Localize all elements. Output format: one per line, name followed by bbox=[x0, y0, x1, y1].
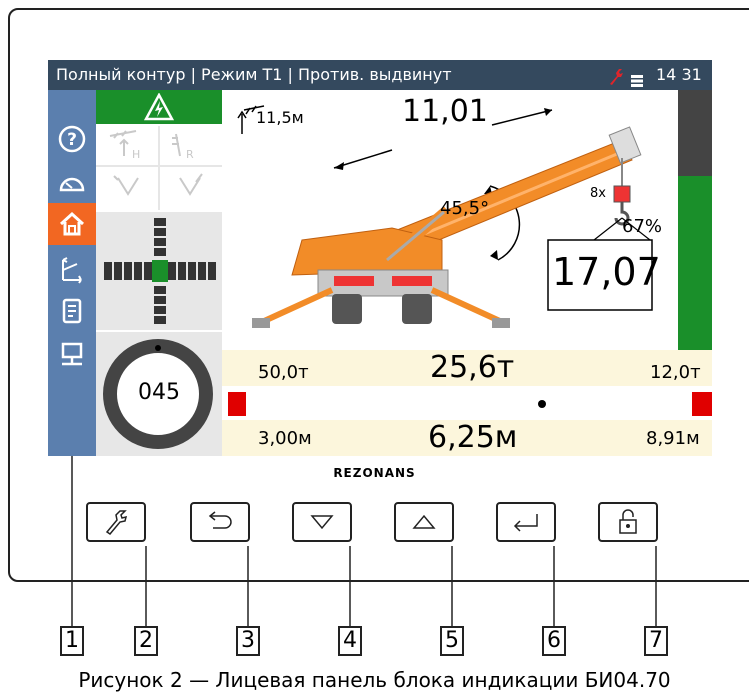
gauge-icon bbox=[59, 177, 85, 192]
crane-illustration bbox=[237, 105, 653, 328]
electric-hazard-icon bbox=[144, 93, 174, 121]
load-percent-value: 67% bbox=[622, 216, 663, 237]
document-icon bbox=[62, 298, 82, 324]
rotation-compass: 045 bbox=[96, 332, 222, 456]
sidebar-item-help[interactable]: ? bbox=[48, 118, 96, 160]
status-time: 14 31 bbox=[656, 65, 702, 84]
sidebar-item-home[interactable] bbox=[48, 203, 96, 245]
right-load: 12,0т bbox=[650, 362, 701, 383]
sidebar-item-system[interactable] bbox=[48, 333, 96, 375]
boom-angle-value: 45,5° bbox=[440, 198, 490, 219]
status-text: Полный контур | Режим Т1 | Против. выдви… bbox=[56, 65, 452, 84]
display-screen: Полный контур | Режим Т1 | Против. выдви… bbox=[48, 60, 712, 456]
callout-4: 4 bbox=[338, 626, 362, 656]
callout-2: 2 bbox=[134, 626, 158, 656]
reeving-value: 8x bbox=[590, 186, 606, 201]
home-icon bbox=[59, 211, 85, 236]
status-bar: Полный контур | Режим Т1 | Против. выдви… bbox=[48, 60, 712, 90]
sidebar: ? bbox=[48, 90, 96, 456]
left-limit-marker bbox=[228, 392, 246, 416]
callout-1: 1 bbox=[60, 626, 84, 656]
callout-7: 7 bbox=[644, 626, 668, 656]
monitor-icon bbox=[61, 342, 83, 366]
svg-text:?: ? bbox=[67, 130, 77, 150]
position-marker bbox=[538, 400, 546, 408]
help-icon: ? bbox=[58, 125, 86, 153]
height-value: 11,5м bbox=[256, 108, 304, 127]
left-load: 50,0т bbox=[258, 362, 309, 383]
figure-caption: Рисунок 2 — Лицевая панель блока индикац… bbox=[78, 668, 671, 692]
level-indicator bbox=[96, 212, 222, 330]
load-bar-fill bbox=[678, 176, 712, 350]
sidebar-item-gauge[interactable] bbox=[48, 162, 96, 204]
left-panel: H R 045 bbox=[96, 90, 222, 456]
svg-text:H: H bbox=[132, 148, 140, 161]
callout-6: 6 bbox=[542, 626, 566, 656]
load-value: 17,07 bbox=[552, 250, 661, 294]
crane-view: 11,5м 11,01 45,5° 8x 67% 17,07 bbox=[222, 90, 678, 350]
callout-5: 5 bbox=[440, 626, 464, 656]
sidebar-item-report[interactable] bbox=[48, 290, 96, 332]
svg-text:R: R bbox=[186, 148, 194, 161]
right-limit-marker bbox=[692, 392, 712, 416]
load-bar bbox=[678, 90, 712, 350]
warning-bar bbox=[96, 90, 222, 124]
crane-boom-icon bbox=[62, 257, 82, 284]
sensor-grid: H R bbox=[96, 126, 222, 210]
callout-lines bbox=[71, 456, 657, 626]
load-bar-remaining bbox=[678, 90, 712, 176]
callout-3: 3 bbox=[236, 626, 260, 656]
sidebar-item-boom[interactable] bbox=[48, 248, 96, 290]
compass-value: 045 bbox=[138, 380, 180, 405]
boom-length-value: 11,01 bbox=[402, 94, 488, 129]
current-load: 25,6т bbox=[430, 350, 515, 385]
